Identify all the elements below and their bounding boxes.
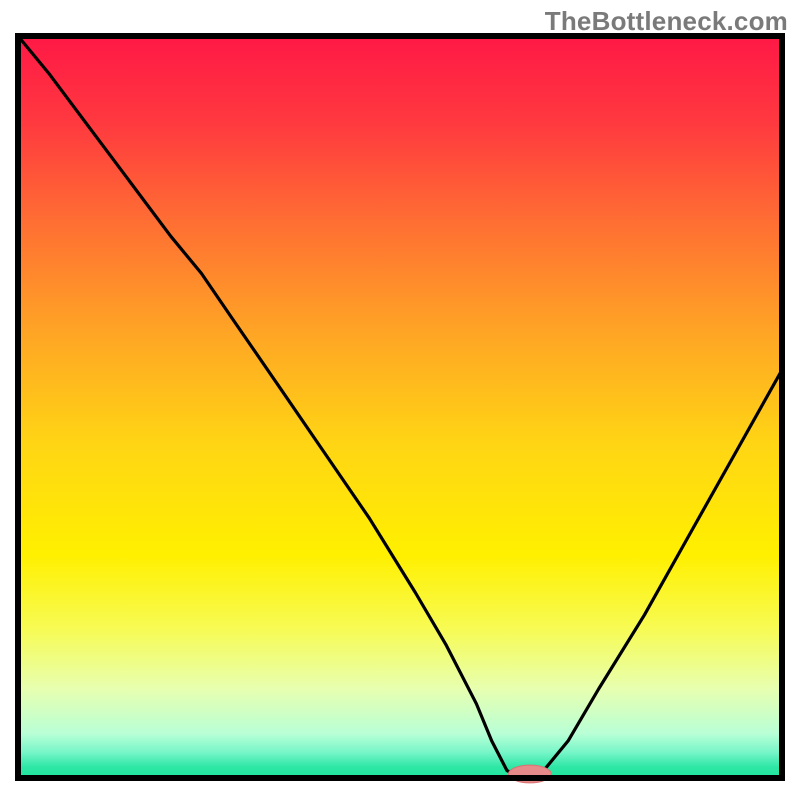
watermark-text: TheBottleneck.com	[545, 6, 788, 37]
gradient-background	[18, 36, 782, 778]
chart-svg	[0, 0, 800, 800]
bottleneck-chart: TheBottleneck.com	[0, 0, 800, 800]
